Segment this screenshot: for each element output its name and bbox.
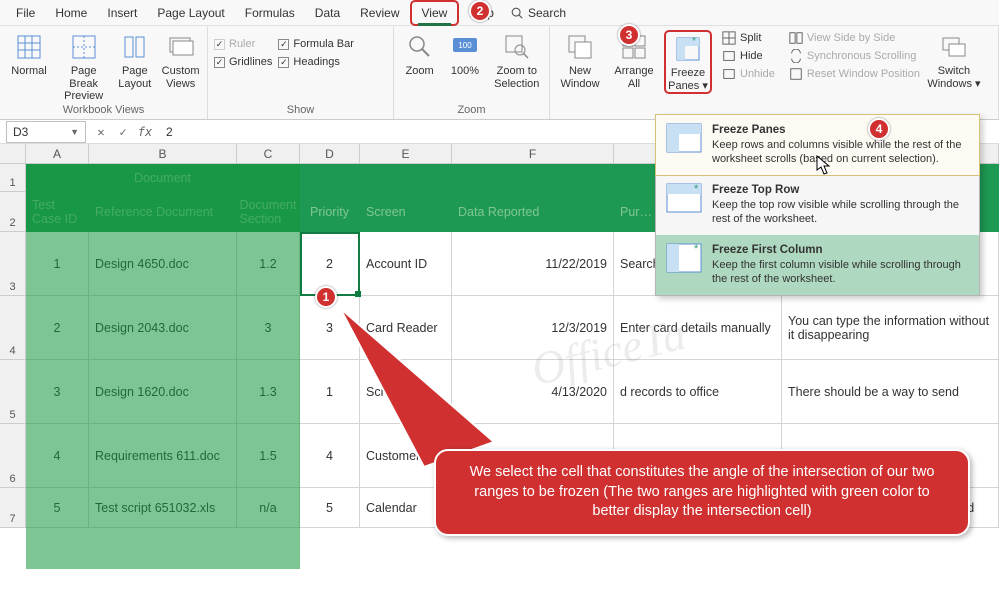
enter-formula-button[interactable]: ✓ bbox=[112, 125, 134, 139]
freeze-panes-icon: * bbox=[673, 34, 703, 64]
freeze-top-row-icon: * bbox=[666, 183, 702, 213]
svg-text:*: * bbox=[694, 183, 699, 195]
table-row[interactable]: 4 2 Design 2043.doc 3 3 Card Reader 12/3… bbox=[0, 296, 999, 360]
step-badge-3: 3 bbox=[618, 24, 640, 46]
unhide-button: Unhide bbox=[722, 66, 775, 82]
step-badge-4: 4 bbox=[868, 118, 890, 140]
side-by-side-icon bbox=[789, 31, 803, 45]
menu-bar: File Home Insert Page Layout Formulas Da… bbox=[0, 0, 999, 26]
group-workbook-views: Normal Page Break Preview Page Layout Cu… bbox=[0, 26, 208, 119]
select-all-corner[interactable] bbox=[0, 144, 26, 163]
menu-file[interactable]: File bbox=[6, 2, 45, 24]
menu-insert[interactable]: Insert bbox=[97, 2, 147, 24]
group-label-views: Workbook Views bbox=[6, 104, 201, 119]
col-header-F[interactable]: F bbox=[452, 144, 614, 163]
step-badge-2: 2 bbox=[469, 0, 491, 22]
reset-pos-button: Reset Window Position bbox=[789, 66, 920, 82]
cursor-icon bbox=[816, 155, 832, 177]
page-layout-icon bbox=[120, 32, 150, 62]
group-zoom: Zoom 100 100% Zoom to Selection Zoom bbox=[394, 26, 550, 119]
menu-home[interactable]: Home bbox=[45, 2, 97, 24]
zoom-button[interactable]: Zoom bbox=[400, 30, 439, 78]
freeze-panes-button[interactable]: * Freeze Panes ▾ bbox=[664, 30, 712, 94]
svg-text:100: 100 bbox=[458, 41, 472, 50]
switch-windows-button[interactable]: Switch Windows ▾ bbox=[926, 30, 982, 90]
sync-scroll-button: Synchronous Scrolling bbox=[789, 48, 920, 64]
col-header-A[interactable]: A bbox=[26, 144, 89, 163]
new-window-icon bbox=[565, 32, 595, 62]
table-row[interactable]: 5 3 Design 1620.doc 1.3 1 Scheduler 4/13… bbox=[0, 360, 999, 424]
zoom-to-selection-button[interactable]: Zoom to Selection bbox=[491, 30, 543, 90]
freeze-first-col-icon: * bbox=[666, 243, 702, 273]
zoom-selection-icon bbox=[502, 32, 532, 62]
menu-review[interactable]: Review bbox=[350, 2, 409, 24]
cancel-formula-button[interactable]: ✕ bbox=[90, 125, 112, 139]
menu-pagelayout[interactable]: Page Layout bbox=[147, 2, 234, 24]
freeze-panes-option-icon bbox=[666, 123, 702, 153]
dropdown-freeze-first-col[interactable]: * Freeze First ColumnKeep the first colu… bbox=[656, 235, 979, 295]
group-label-zoom: Zoom bbox=[400, 104, 543, 119]
dropdown-freeze-top-row[interactable]: * Freeze Top RowKeep the top row visible… bbox=[656, 175, 979, 235]
menu-data[interactable]: Data bbox=[305, 2, 350, 24]
reset-pos-icon bbox=[789, 67, 803, 81]
custom-views-icon bbox=[166, 32, 196, 62]
hide-icon bbox=[722, 49, 736, 63]
custom-views-button[interactable]: Custom Views bbox=[160, 30, 201, 90]
search-icon bbox=[510, 6, 524, 20]
page-layout-button[interactable]: Page Layout bbox=[115, 30, 154, 90]
zoom-icon bbox=[405, 32, 435, 62]
zoom-100-button[interactable]: 100 100% bbox=[445, 30, 484, 78]
col-header-E[interactable]: E bbox=[360, 144, 452, 163]
split-icon bbox=[722, 31, 736, 45]
switch-windows-icon bbox=[939, 32, 969, 62]
normal-icon bbox=[14, 32, 44, 62]
col-header-D[interactable]: D bbox=[300, 144, 360, 163]
step-badge-1: 1 bbox=[315, 286, 337, 308]
group-label-show: Show bbox=[214, 104, 387, 119]
normal-button[interactable]: Normal bbox=[6, 30, 52, 78]
side-by-side-button: View Side by Side bbox=[789, 30, 920, 46]
hide-button[interactable]: Hide bbox=[722, 48, 775, 64]
freeze-panes-dropdown: Freeze PanesKeep rows and columns visibl… bbox=[655, 114, 980, 296]
group-window: New Window Arrange All * Freeze Panes ▾ … bbox=[550, 26, 999, 119]
zoom-100-icon: 100 bbox=[450, 32, 480, 62]
menu-formulas[interactable]: Formulas bbox=[235, 2, 305, 24]
svg-text:*: * bbox=[692, 36, 696, 47]
headings-checkbox[interactable]: ✓Headings bbox=[278, 56, 354, 68]
page-break-icon bbox=[69, 32, 99, 62]
split-button[interactable]: Split bbox=[722, 30, 775, 46]
gridlines-checkbox[interactable]: ✓Gridlines bbox=[214, 56, 272, 68]
col-header-B[interactable]: B bbox=[89, 144, 237, 163]
page-break-preview-button[interactable]: Page Break Preview bbox=[58, 30, 109, 103]
fx-button[interactable]: fx bbox=[134, 125, 156, 139]
name-box[interactable]: D3▼ bbox=[6, 121, 86, 143]
ruler-checkbox: ✓Ruler bbox=[214, 38, 272, 50]
formula-bar-checkbox[interactable]: ✓Formula Bar bbox=[278, 38, 354, 50]
sync-scroll-icon bbox=[789, 49, 803, 63]
group-show: ✓Ruler ✓Gridlines ✓Formula Bar ✓Headings… bbox=[208, 26, 394, 119]
unhide-icon bbox=[722, 67, 736, 81]
new-window-button[interactable]: New Window bbox=[556, 30, 604, 90]
svg-text:*: * bbox=[694, 243, 699, 255]
menu-view[interactable]: View bbox=[410, 0, 460, 26]
ribbon: Normal Page Break Preview Page Layout Cu… bbox=[0, 26, 999, 120]
annotation-callout: We select the cell that constitutes the … bbox=[434, 449, 970, 536]
tell-me-search[interactable]: Search bbox=[504, 6, 566, 20]
col-header-C[interactable]: C bbox=[237, 144, 300, 163]
